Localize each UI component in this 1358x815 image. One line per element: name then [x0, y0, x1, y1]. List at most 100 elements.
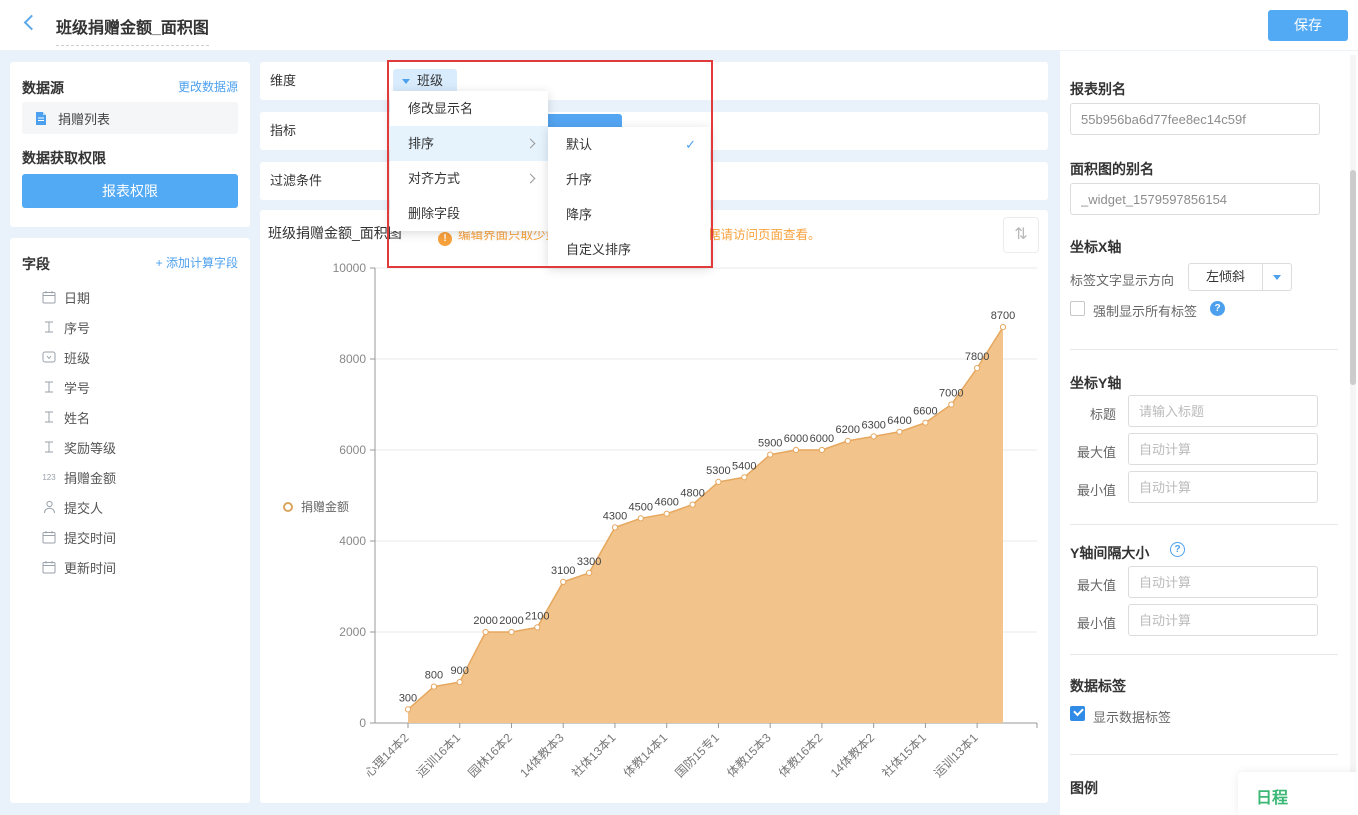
field-context-menu: 修改显示名排序对齐方式删除字段: [390, 91, 548, 231]
svg-text:14体教本2: 14体教本2: [827, 730, 877, 780]
svg-text:2000: 2000: [473, 615, 497, 627]
context-menu-item-label: 排序: [408, 136, 434, 151]
chart-editor-app: 班级捐赠金额_面积图 保存 数据源 更改数据源 捐赠列表 数据获取权限 报表权限…: [0, 0, 1358, 815]
x-label-direction-select[interactable]: 左倾斜: [1188, 263, 1292, 291]
x-axis-title: 坐标X轴: [1070, 237, 1121, 257]
x-label-direction-value: 左倾斜: [1189, 264, 1262, 290]
svg-text:300: 300: [399, 692, 417, 704]
change-datasource-link[interactable]: 更改数据源: [178, 78, 238, 95]
divider: [1070, 754, 1338, 755]
chevron-right-icon: [526, 174, 536, 184]
widget-alias-title: 面积图的别名: [1070, 159, 1154, 179]
svg-text:运训16本1: 运训16本1: [414, 730, 464, 780]
force-all-labels-checkbox[interactable]: [1070, 301, 1085, 316]
divider: [1070, 349, 1338, 350]
sort-submenu-item-label: 降序: [566, 207, 592, 222]
metric-label: 指标: [270, 112, 296, 150]
field-label: 捐赠金额: [64, 468, 116, 487]
svg-text:6600: 6600: [913, 406, 937, 418]
datasource-title: 数据源: [22, 80, 64, 96]
svg-text:园林16本2: 园林16本2: [465, 730, 515, 780]
context-menu-item[interactable]: 对齐方式: [390, 161, 548, 196]
datasource-item[interactable]: 捐赠列表: [22, 102, 238, 134]
sort-submenu-item-label: 升序: [566, 172, 592, 187]
calendar-icon: [40, 289, 58, 305]
widget-alias-input[interactable]: [1070, 183, 1320, 215]
divider: [1070, 654, 1338, 655]
x-label-direction-label: 标签文字显示方向: [1070, 270, 1174, 289]
svg-text:7000: 7000: [939, 388, 963, 400]
svg-text:6300: 6300: [861, 419, 885, 431]
context-menu-item[interactable]: 修改显示名: [390, 91, 548, 126]
svg-text:社体13本1: 社体13本1: [568, 730, 618, 780]
context-menu-item[interactable]: 排序: [390, 126, 548, 161]
field-item[interactable]: 123 捐赠金额: [10, 462, 250, 492]
y-interval-title: Y轴间隔大小: [1070, 543, 1149, 563]
page-title: 班级捐赠金额_面积图: [56, 14, 209, 46]
datasource-name: 捐赠列表: [58, 109, 110, 128]
help-icon[interactable]: ?: [1170, 542, 1185, 557]
save-button[interactable]: 保存: [1268, 10, 1348, 41]
field-item[interactable]: 学号: [10, 372, 250, 402]
add-calc-field-link[interactable]: + 添加计算字段: [156, 254, 238, 271]
field-item[interactable]: 更新时间: [10, 552, 250, 582]
svg-text:体教15本3: 体教15本3: [723, 730, 773, 780]
context-menu-item[interactable]: 删除字段: [390, 196, 548, 231]
interval-max-input[interactable]: [1128, 566, 1318, 598]
svg-text:心理14本2: 心理14本2: [362, 730, 412, 780]
interval-max-label: 最大值: [1077, 575, 1116, 594]
field-item[interactable]: 姓名: [10, 402, 250, 432]
back-icon[interactable]: [24, 15, 40, 31]
field-label: 提交时间: [64, 528, 116, 547]
field-label: 学号: [64, 378, 90, 397]
field-item[interactable]: 序号: [10, 312, 250, 342]
y-title-input[interactable]: [1128, 395, 1318, 427]
legend-item[interactable]: 捐赠金额: [283, 498, 349, 515]
dimension-label: 维度: [270, 62, 296, 100]
dimension-chip-class[interactable]: 班级: [393, 69, 457, 93]
svg-text:5900: 5900: [758, 438, 782, 450]
chart-sort-toggle[interactable]: ⇅: [1003, 217, 1039, 253]
chart-card: 0200040006000800010000300800900200020002…: [260, 210, 1048, 803]
interval-min-input[interactable]: [1128, 604, 1318, 636]
chevron-down-icon: [402, 79, 410, 84]
legend-section-title: 图例: [1070, 778, 1098, 798]
y-min-input[interactable]: [1128, 471, 1318, 503]
number-icon: 123: [40, 469, 58, 485]
datasource-panel: 数据源 更改数据源 捐赠列表 数据获取权限 报表权限: [10, 62, 250, 227]
report-alias-input[interactable]: [1070, 103, 1320, 135]
svg-text:运训13本1: 运训13本1: [931, 730, 981, 780]
fields-title: 字段: [22, 256, 50, 272]
svg-text:体教14本1: 体教14本1: [620, 730, 670, 780]
schedule-toast[interactable]: 日程: [1238, 772, 1358, 815]
sort-submenu-item[interactable]: 自定义排序: [548, 232, 710, 267]
y-max-input[interactable]: [1128, 433, 1318, 465]
field-label: 日期: [64, 288, 90, 307]
show-data-label-checkbox[interactable]: [1070, 706, 1085, 721]
svg-text:0: 0: [359, 716, 366, 730]
calendar-icon: [40, 559, 58, 575]
sort-submenu-item[interactable]: 升序: [548, 162, 710, 197]
field-item[interactable]: 提交人: [10, 492, 250, 522]
area-chart: 0200040006000800010000300800900200020002…: [260, 210, 1048, 803]
svg-text:900: 900: [451, 665, 469, 677]
field-item[interactable]: 班级: [10, 342, 250, 372]
context-menu-item-label: 删除字段: [408, 206, 460, 221]
field-item[interactable]: 奖励等级: [10, 432, 250, 462]
interval-min-label: 最小值: [1077, 613, 1116, 632]
svg-text:3100: 3100: [551, 565, 575, 577]
help-icon[interactable]: ?: [1210, 301, 1225, 316]
svg-text:国防15专1: 国防15专1: [672, 730, 722, 780]
legend-label: 捐赠金额: [301, 498, 349, 515]
settings-panel: 报表别名 面积图的别名 坐标X轴 标签文字显示方向 左倾斜 强制显示所有标签 ?…: [1060, 50, 1358, 815]
show-data-label-label: 显示数据标签: [1093, 707, 1171, 726]
scrollbar-thumb[interactable]: [1350, 170, 1356, 385]
sort-submenu-item[interactable]: 默认✓: [548, 127, 710, 162]
sort-submenu-item[interactable]: 降序: [548, 197, 710, 232]
field-item[interactable]: 提交时间: [10, 522, 250, 552]
field-label: 奖励等级: [64, 438, 116, 457]
field-item[interactable]: 日期: [10, 282, 250, 312]
data-label-title: 数据标签: [1070, 676, 1126, 696]
report-permission-button[interactable]: 报表权限: [22, 174, 238, 208]
svg-text:5300: 5300: [706, 465, 730, 477]
